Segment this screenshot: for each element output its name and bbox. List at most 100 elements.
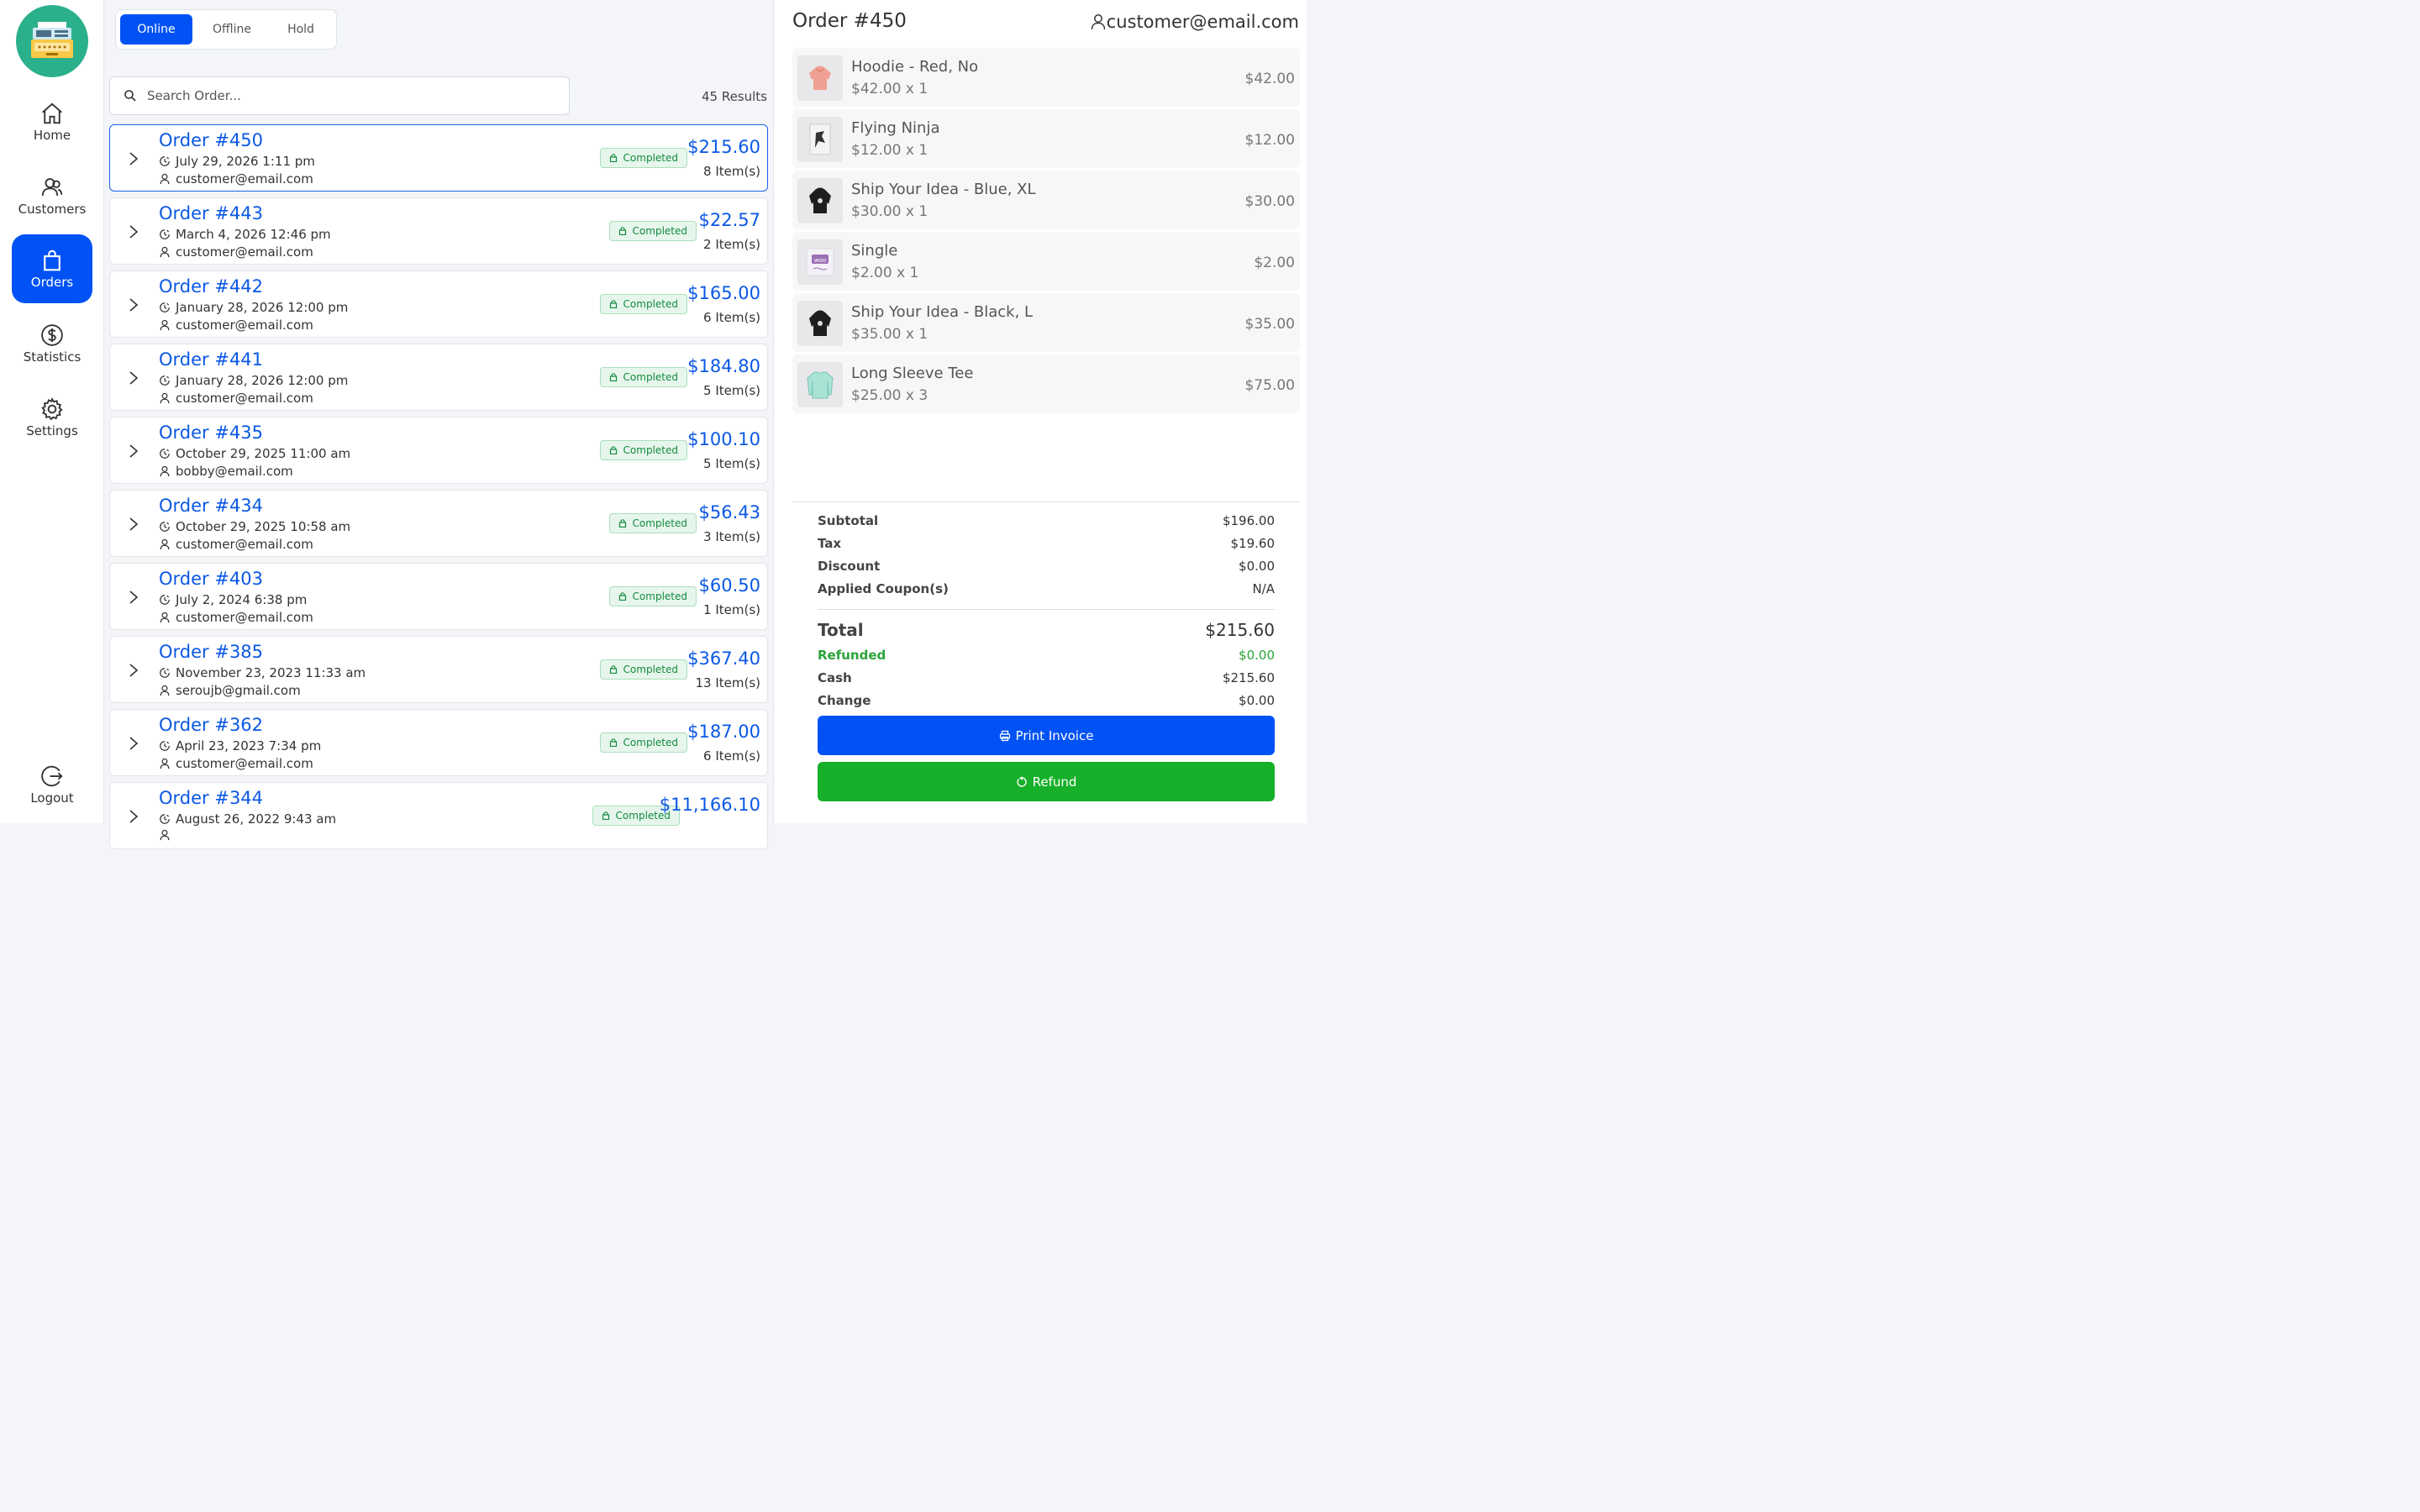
product-thumbnail	[797, 178, 843, 223]
chevron-right-icon	[129, 810, 139, 823]
lock-icon	[609, 154, 617, 162]
order-total: $11,166.10	[659, 795, 760, 815]
order-item-count: 5 Item(s)	[703, 383, 760, 398]
order-date: October 29, 2025 10:58 am	[159, 519, 350, 534]
order-row[interactable]: Order #450 July 29, 2026 1:11 pm custome…	[109, 124, 768, 192]
clock-icon	[160, 522, 170, 532]
sidebar-item-statistics[interactable]: Statistics	[12, 309, 92, 378]
sidebar-item-orders[interactable]: Orders	[12, 234, 92, 303]
sidebar-item-settings[interactable]: Settings	[12, 383, 92, 452]
search-input[interactable]	[147, 88, 550, 103]
order-date-text: July 29, 2026 1:11 pm	[176, 154, 315, 169]
order-date-text: October 29, 2025 10:58 am	[176, 519, 351, 534]
status-badge: Completed	[608, 586, 697, 606]
order-row[interactable]: Order #362 April 23, 2023 7:34 pm custom…	[109, 709, 768, 776]
chevron-right-icon	[129, 152, 139, 165]
status-badge: Completed	[599, 440, 687, 460]
status-text: Completed	[623, 298, 678, 310]
change-label: Change	[818, 693, 871, 708]
order-item-count: 3 Item(s)	[703, 529, 760, 544]
order-title: Order #344	[159, 788, 264, 808]
order-customer: customer@email.com	[159, 756, 313, 771]
change-row: Change $0.00	[818, 693, 1275, 708]
user-icon	[160, 465, 170, 477]
print-invoice-button[interactable]: Print Invoice	[818, 716, 1275, 755]
tab-offline[interactable]: Offline	[192, 14, 271, 45]
user-icon	[160, 173, 170, 185]
product-thumbnail: woo	[797, 239, 843, 285]
sidebar-item-customers[interactable]: Customers	[12, 161, 92, 230]
order-row[interactable]: Order #434 October 29, 2025 10:58 am cus…	[109, 490, 768, 557]
coupons-label: Applied Coupon(s)	[818, 581, 949, 596]
subtotal-row: Subtotal $196.00	[818, 513, 1275, 528]
tax-row: Tax $19.60	[818, 536, 1275, 551]
line-item: Ship Your Idea - Black, L $35.00 x 1 $35…	[792, 293, 1300, 352]
order-date: January 28, 2026 12:00 pm	[159, 300, 348, 315]
tab-hold[interactable]: Hold	[271, 14, 330, 45]
sidebar-item-home[interactable]: Home	[12, 87, 92, 156]
tab-online[interactable]: Online	[120, 14, 192, 45]
order-total: $100.10	[687, 429, 760, 449]
refund-button[interactable]: Refund	[818, 762, 1275, 801]
total-value: $215.60	[1205, 620, 1275, 640]
order-customer	[159, 829, 176, 841]
clock-icon	[160, 156, 170, 166]
order-customer: seroujb@gmail.com	[159, 683, 301, 698]
sidebar-item-label: Home	[33, 128, 71, 143]
logout-button[interactable]: Logout	[12, 750, 92, 819]
subtotal-label: Subtotal	[818, 513, 879, 528]
order-date-text: March 4, 2026 12:46 pm	[176, 227, 331, 242]
product-name: Hoodie - Red, No	[851, 58, 979, 76]
order-row[interactable]: Order #403 July 2, 2024 6:38 pm customer…	[109, 563, 768, 630]
dollar-icon	[41, 324, 63, 346]
status-badge: Completed	[599, 659, 687, 680]
clock-icon	[160, 375, 170, 386]
order-row[interactable]: Order #442 January 28, 2026 12:00 pm cus…	[109, 270, 768, 338]
refunded-row: Refunded $0.00	[818, 648, 1275, 663]
order-total: $184.80	[687, 356, 760, 376]
coupons-value: N/A	[1252, 581, 1275, 596]
status-text: Completed	[623, 371, 678, 383]
order-item-count: 6 Item(s)	[703, 310, 760, 325]
product-qty: $42.00 x 1	[851, 81, 929, 97]
product-qty: $30.00 x 1	[851, 203, 929, 220]
order-title: Order #441	[159, 349, 264, 370]
clock-icon	[160, 229, 170, 239]
status-text: Completed	[623, 152, 678, 164]
order-total: $60.50	[698, 575, 760, 596]
order-customer-text: customer@email.com	[176, 610, 313, 625]
order-date-text: July 2, 2024 6:38 pm	[176, 592, 308, 607]
order-title: Order #362	[159, 715, 264, 735]
refunded-value: $0.00	[1239, 648, 1275, 663]
user-icon	[160, 246, 170, 258]
line-item: Ship Your Idea - Blue, XL $30.00 x 1 $30…	[792, 171, 1300, 229]
product-thumbnail	[797, 55, 843, 101]
sidebar-item-label: Statistics	[23, 349, 82, 365]
status-text: Completed	[632, 591, 687, 602]
user-icon	[160, 319, 170, 331]
cash-value: $215.60	[1222, 670, 1275, 685]
poster-thumb-icon	[809, 123, 831, 155]
order-row[interactable]: Order #385 November 23, 2023 11:33 am se…	[109, 636, 768, 703]
order-date-text: January 28, 2026 12:00 pm	[176, 373, 349, 388]
print-invoice-label: Print Invoice	[1015, 727, 1094, 743]
users-icon	[41, 178, 63, 197]
user-icon	[1091, 14, 1105, 30]
hoodie-thumb-icon	[809, 310, 831, 336]
order-total: $56.43	[698, 502, 760, 522]
lock-icon	[618, 227, 626, 235]
order-row[interactable]: Order #435 October 29, 2025 11:00 am bob…	[109, 417, 768, 484]
order-row[interactable]: Order #443 March 4, 2026 12:46 pm custom…	[109, 197, 768, 265]
order-total: $367.40	[687, 648, 760, 669]
order-date-text: January 28, 2026 12:00 pm	[176, 300, 349, 315]
product-name: Single	[851, 242, 898, 260]
order-row[interactable]: Order #344 August 26, 2022 9:43 am Compl…	[109, 782, 768, 849]
line-item: Long Sleeve Tee $25.00 x 3 $75.00	[792, 354, 1300, 413]
order-date: August 26, 2022 9:43 am	[159, 811, 336, 827]
refunded-label: Refunded	[818, 648, 886, 663]
chevron-right-icon	[129, 444, 139, 458]
product-thumbnail	[797, 362, 843, 407]
order-row[interactable]: Order #441 January 28, 2026 12:00 pm cus…	[109, 344, 768, 411]
tax-value: $19.60	[1230, 536, 1276, 551]
status-badge: Completed	[599, 294, 687, 314]
